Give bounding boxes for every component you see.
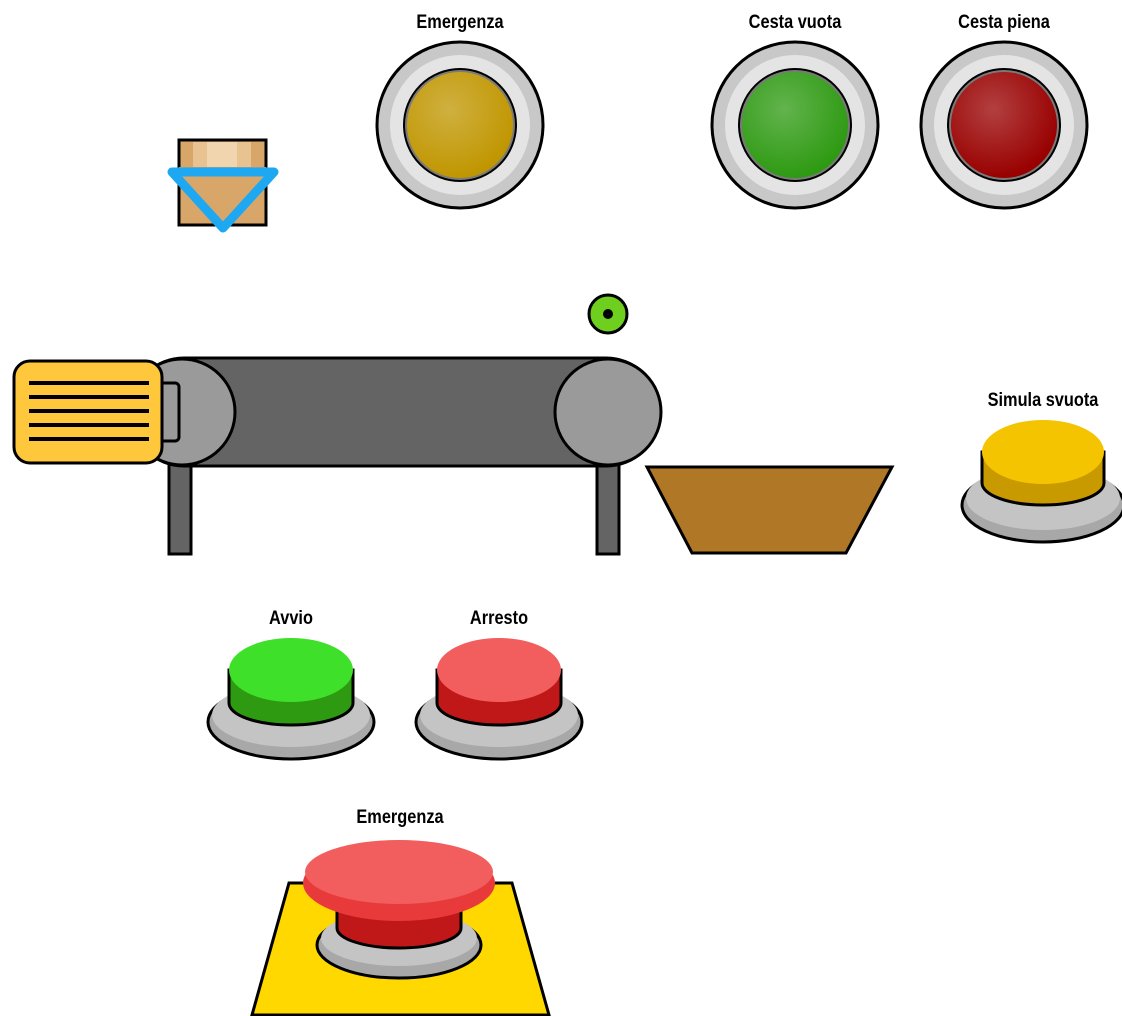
simula-svuota-label: Simula svuota (987, 390, 1099, 411)
conveyor-leg-left (167, 460, 193, 556)
box-dispenser[interactable] (167, 138, 279, 233)
cesta-piena-lamp (919, 40, 1089, 210)
cesta-piena-lamp-label: Cesta piena (958, 12, 1050, 33)
conveyor-motor (12, 359, 164, 465)
emergenza-stop-button[interactable] (250, 840, 551, 1016)
conveyor (12, 356, 663, 556)
cesta-vuota-lamp-label: Cesta vuota (748, 12, 842, 33)
conveyor-roller-right (553, 357, 663, 467)
avvio-label: Avvio (269, 608, 313, 629)
basket (644, 465, 895, 555)
emergenza-lamp-label: Emergenza (416, 12, 504, 33)
avvio-button[interactable] (206, 638, 376, 761)
emergenza-stop-label: Emergenza (356, 807, 444, 828)
conveyor-leg-right (595, 460, 621, 556)
simula-svuota-button[interactable] (960, 420, 1122, 544)
emergenza-lamp (375, 40, 545, 210)
arresto-button[interactable] (414, 638, 584, 761)
arresto-label: Arresto (469, 608, 529, 629)
cesta-vuota-lamp (710, 40, 880, 210)
proximity-sensor (587, 293, 629, 335)
